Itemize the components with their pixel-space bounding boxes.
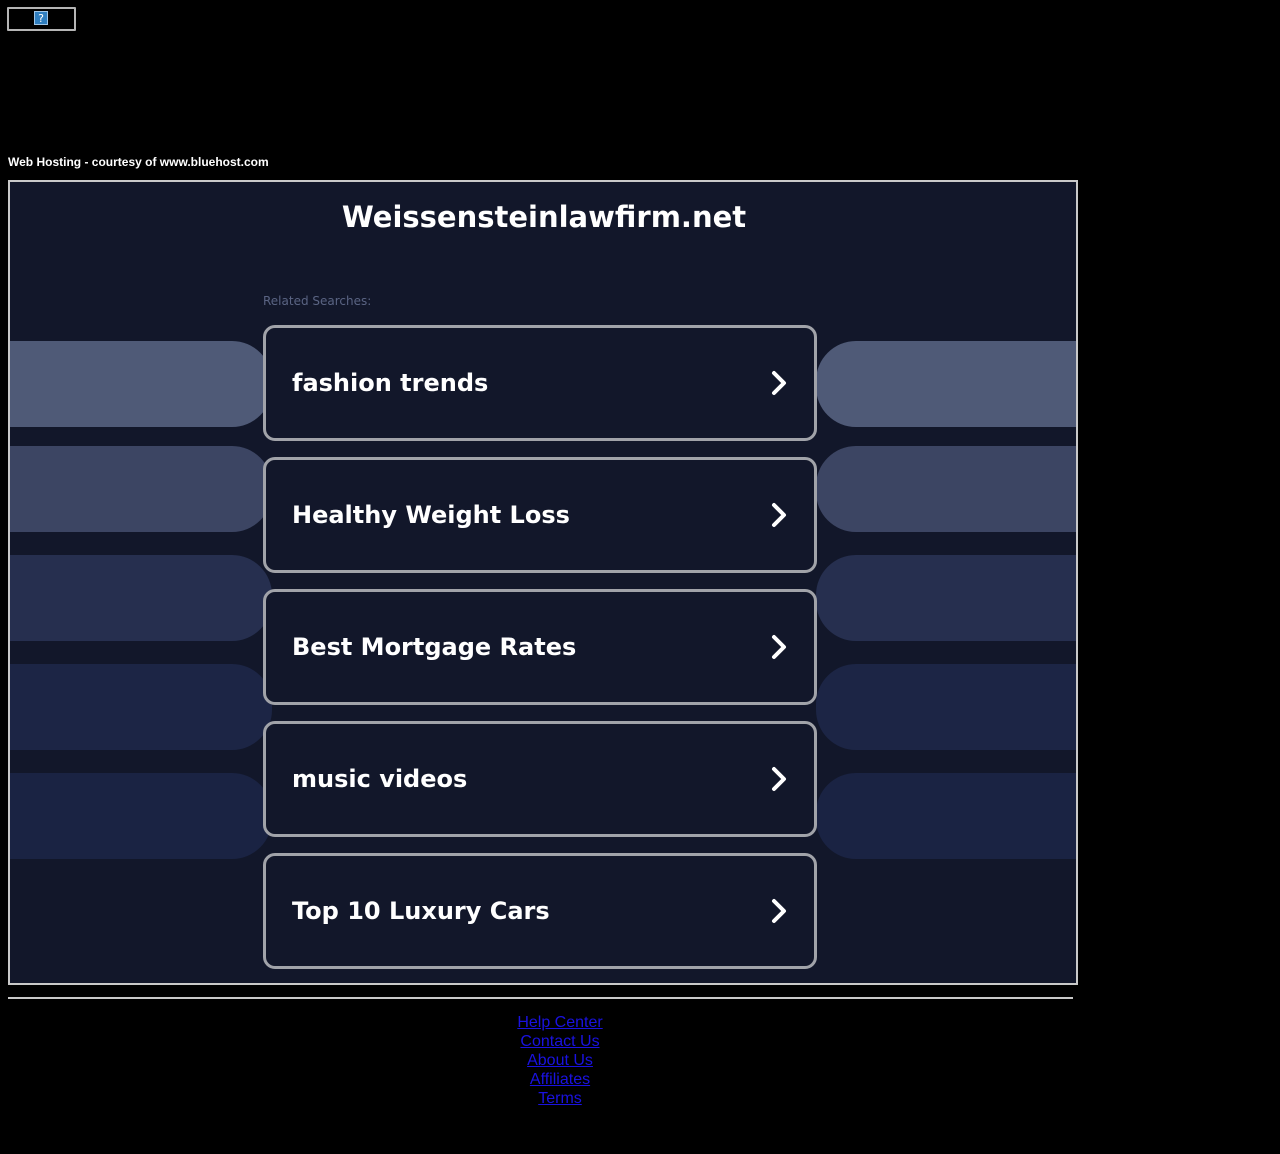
decorative-band xyxy=(10,555,272,641)
chevron-right-icon xyxy=(772,899,786,923)
decorative-band xyxy=(816,341,1076,427)
related-searches-label: Related Searches: xyxy=(263,294,372,308)
footer-link-contact-us[interactable]: Contact Us xyxy=(460,1032,660,1051)
search-link-label: Top 10 Luxury Cars xyxy=(292,897,550,925)
chevron-right-icon xyxy=(772,635,786,659)
decorative-band xyxy=(10,773,272,859)
footer-links: Help Center Contact Us About Us Affiliat… xyxy=(460,1013,660,1108)
search-link-label: fashion trends xyxy=(292,369,489,397)
decorative-band xyxy=(10,664,272,750)
search-link-fashion-trends[interactable]: fashion trends xyxy=(263,325,817,441)
search-link-label: Healthy Weight Loss xyxy=(292,501,570,529)
decorative-band xyxy=(816,773,1076,859)
decorative-band xyxy=(10,341,272,427)
search-link-label: music videos xyxy=(292,765,468,793)
footer-link-about-us[interactable]: About Us xyxy=(460,1051,660,1070)
chevron-right-icon xyxy=(772,767,786,791)
chevron-right-icon xyxy=(772,503,786,527)
hosting-courtesy-text: Web Hosting - courtesy of www.bluehost.c… xyxy=(8,155,269,169)
site-title: Weissensteinlawfirm.net xyxy=(10,200,1076,234)
question-mark-icon: ? xyxy=(34,11,48,25)
site-title-text: Weissensteinlawfirm.net xyxy=(341,200,747,234)
decorative-band xyxy=(10,446,272,532)
parked-domain-frame: Weissensteinlawfirm.net Related Searches… xyxy=(8,180,1078,985)
chevron-right-icon xyxy=(772,371,786,395)
search-link-healthy-weight-loss[interactable]: Healthy Weight Loss xyxy=(263,457,817,573)
search-link-music-videos[interactable]: music videos xyxy=(263,721,817,837)
decorative-band xyxy=(816,664,1076,750)
search-link-best-mortgage-rates[interactable]: Best Mortgage Rates xyxy=(263,589,817,705)
decorative-band xyxy=(816,555,1076,641)
footer-divider xyxy=(8,997,1073,999)
search-link-top-10-luxury-cars[interactable]: Top 10 Luxury Cars xyxy=(263,853,817,969)
search-link-label: Best Mortgage Rates xyxy=(292,633,577,661)
footer-link-affiliates[interactable]: Affiliates xyxy=(460,1070,660,1089)
broken-image-frame: ? xyxy=(7,7,76,31)
footer-link-help-center[interactable]: Help Center xyxy=(460,1013,660,1032)
footer-link-terms[interactable]: Terms xyxy=(460,1089,660,1108)
decorative-band xyxy=(816,446,1076,532)
